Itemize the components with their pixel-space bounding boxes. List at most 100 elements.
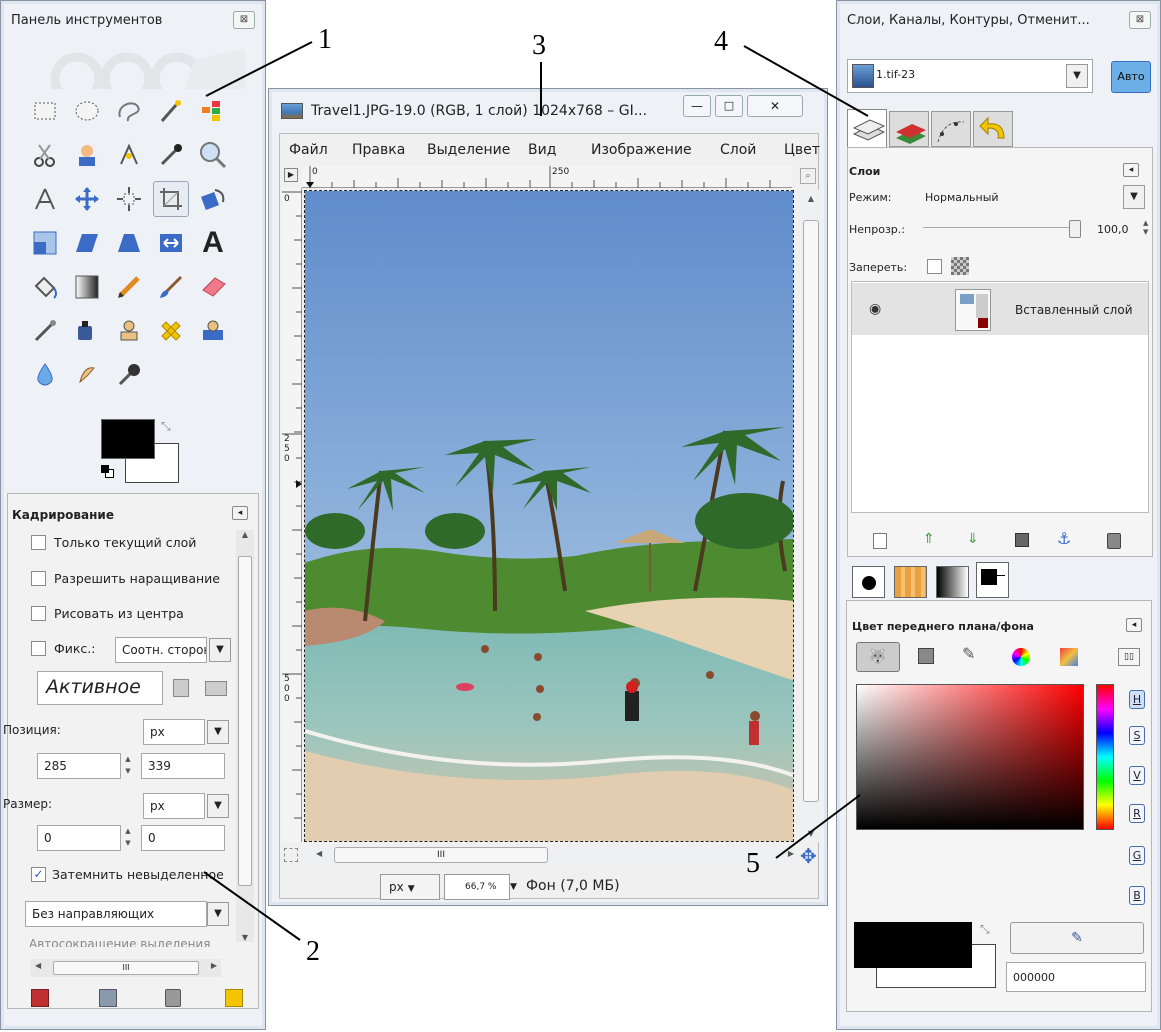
hscroll-left-icon[interactable]: ◀ xyxy=(316,849,322,858)
size-unit-select[interactable]: px xyxy=(143,793,205,819)
tab-brushes[interactable] xyxy=(852,566,885,598)
size-unit-dropdown-icon[interactable]: ▼ xyxy=(207,794,229,818)
opacity-spinner[interactable]: ▲ ▼ xyxy=(1143,219,1148,237)
menu-colors[interactable]: Цвет xyxy=(784,142,820,158)
tab-layers[interactable] xyxy=(847,109,887,147)
current-layer-only-checkbox[interactable] xyxy=(31,535,46,550)
navigate-icon[interactable]: ✥ xyxy=(800,844,817,868)
toolbox-close-button[interactable]: ⊠ xyxy=(233,11,255,29)
image-selector[interactable]: 1.tif-23 ▼ xyxy=(847,59,1093,93)
text-icon[interactable]: A xyxy=(195,225,231,261)
bucket-fill-icon[interactable] xyxy=(27,269,63,305)
measure-icon[interactable] xyxy=(27,181,63,217)
color-picker-button[interactable]: ✎ xyxy=(1010,922,1144,954)
move-icon[interactable] xyxy=(69,181,105,217)
pencil-icon[interactable] xyxy=(111,269,147,305)
dock-close-button[interactable]: ⊠ xyxy=(1129,11,1151,29)
highlight-checkbox[interactable]: ✓ xyxy=(31,867,46,882)
default-colors-icon[interactable] xyxy=(101,465,115,479)
dodge-burn-icon[interactable] xyxy=(111,357,147,393)
position-unit-dropdown-icon[interactable]: ▼ xyxy=(207,720,229,744)
hscroll-thumb[interactable]: III xyxy=(53,961,199,975)
portrait-icon[interactable] xyxy=(173,679,189,697)
vscroll-up-icon[interactable]: ▲ xyxy=(800,194,822,203)
foreground-color-swatch[interactable] xyxy=(101,419,155,459)
lower-layer-icon[interactable]: ⇓ xyxy=(967,531,979,547)
perspective-clone-icon[interactable] xyxy=(195,313,231,349)
guides-dropdown-icon[interactable]: ▼ xyxy=(207,902,229,926)
dock-foreground-swatch[interactable] xyxy=(854,922,972,968)
zoom-icon[interactable] xyxy=(195,137,231,173)
clone-icon[interactable] xyxy=(111,313,147,349)
anchor-layer-icon[interactable]: ⚓ xyxy=(1057,529,1071,548)
airbrush-icon[interactable] xyxy=(27,313,63,349)
quick-mask-toggle[interactable]: ▶ xyxy=(284,168,298,182)
expand-from-center-checkbox[interactable] xyxy=(31,606,46,621)
zoom-field[interactable]: 66,7 % xyxy=(444,874,510,900)
auto-button[interactable]: Авто xyxy=(1111,61,1151,93)
eraser-icon[interactable] xyxy=(195,269,231,305)
fixed-checkbox[interactable] xyxy=(31,641,46,656)
vertical-ruler[interactable]: 0 250 500 xyxy=(282,188,302,842)
layer-visibility-eye-icon[interactable]: ◉ xyxy=(869,301,881,317)
channel-s-button[interactable]: S xyxy=(1129,726,1145,745)
position-x-field[interactable]: 285 xyxy=(37,753,121,779)
canvas-hscrollbar[interactable]: ◀ III ▶ xyxy=(304,846,794,864)
size-width-field[interactable]: 0 xyxy=(37,825,121,851)
menu-image[interactable]: Изображение xyxy=(591,142,692,158)
restore-options-icon[interactable] xyxy=(99,989,117,1007)
smudge-icon[interactable] xyxy=(69,357,105,393)
close-window-button[interactable]: ✕ xyxy=(747,95,803,117)
vscroll-down-icon[interactable]: ▼ xyxy=(800,829,822,838)
rect-select-icon[interactable] xyxy=(27,93,63,129)
tab-fgbg-color[interactable] xyxy=(976,562,1009,598)
fixed-option[interactable]: Фикс.: xyxy=(31,641,96,656)
opacity-slider[interactable] xyxy=(923,227,1077,231)
tab-undo[interactable] xyxy=(973,111,1013,147)
wheel-selector-icon[interactable] xyxy=(1012,648,1030,666)
size-width-spinner[interactable]: ▲ ▼ xyxy=(122,825,134,851)
zoom-to-fit-icon[interactable]: ⌕ xyxy=(800,168,816,184)
tab-gradients[interactable] xyxy=(936,566,969,598)
by-color-select-icon[interactable] xyxy=(195,93,231,129)
new-layer-icon[interactable] xyxy=(873,533,887,549)
options-hscrollbar[interactable]: ◀ III ▶ xyxy=(31,959,221,977)
tab-patterns[interactable] xyxy=(894,566,927,598)
palette-selector-icon[interactable] xyxy=(1060,648,1078,666)
guides-select[interactable]: Без направляющих xyxy=(25,901,207,927)
highlight-option[interactable]: ✓ Затемнить невыделенное xyxy=(31,867,224,882)
vscroll-thumb[interactable] xyxy=(803,220,819,802)
menu-select[interactable]: Выделение xyxy=(427,142,510,158)
color-saturation-value-area[interactable] xyxy=(856,684,1084,830)
menu-view[interactable]: Вид xyxy=(528,142,556,158)
save-options-icon[interactable] xyxy=(31,989,49,1007)
tab-paths[interactable] xyxy=(931,111,971,147)
position-y-field[interactable]: 339 xyxy=(141,753,225,779)
tab-channels[interactable] xyxy=(889,111,929,147)
channel-v-button[interactable]: V xyxy=(1129,766,1145,785)
rotate-icon[interactable] xyxy=(195,181,231,217)
shear-icon[interactable] xyxy=(69,225,105,261)
canvas-vscrollbar[interactable]: ▲ ▼ xyxy=(800,190,822,842)
scroll-right-icon[interactable]: ▶ xyxy=(211,961,217,970)
delete-layer-icon[interactable] xyxy=(1107,533,1121,549)
lock-alpha-icon[interactable] xyxy=(951,257,969,275)
align-icon[interactable] xyxy=(111,181,147,217)
color-picker-icon[interactable] xyxy=(153,137,189,173)
duplicate-layer-icon[interactable] xyxy=(1015,533,1029,547)
allow-growing-option[interactable]: Разрешить наращивание xyxy=(31,571,220,586)
quick-mask-icon[interactable] xyxy=(284,848,298,862)
watercolor-selector-icon[interactable]: ✎ xyxy=(962,644,975,663)
image-selector-dropdown-icon[interactable]: ▼ xyxy=(1066,64,1088,88)
perspective-icon[interactable] xyxy=(111,225,147,261)
maximize-button[interactable]: □ xyxy=(715,95,743,117)
fgbg-menu-icon[interactable]: ◂ xyxy=(1126,618,1142,632)
channel-h-button[interactable]: H xyxy=(1129,690,1145,709)
dock-swap-colors-icon[interactable]: ⤡ xyxy=(980,922,990,937)
gimp-selector-icon[interactable]: 🐺 xyxy=(856,642,900,672)
hscroll-thumb[interactable]: III xyxy=(334,847,548,863)
layer-name[interactable]: Вставленный слой xyxy=(1015,303,1133,317)
hex-color-field[interactable]: 000000 xyxy=(1006,962,1146,992)
scales-selector-icon[interactable]: ▯▯ xyxy=(1118,648,1140,666)
size-height-field[interactable]: 0 xyxy=(141,825,225,851)
